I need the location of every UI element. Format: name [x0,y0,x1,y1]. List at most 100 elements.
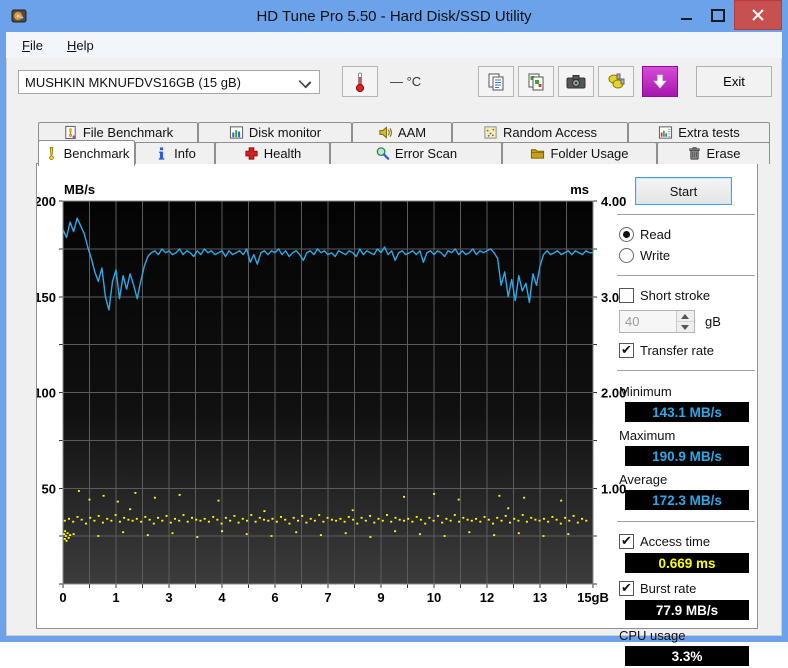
short-stroke-checkbox[interactable] [619,288,634,303]
minimum-value: 143.1 MB/s [625,402,749,422]
menu-file[interactable]: File [14,34,51,57]
svg-text:7: 7 [324,590,331,605]
svg-text:ms: ms [570,182,589,197]
menu-bar: File Help [6,32,782,58]
exit-label: Exit [723,74,745,89]
tab-label: Error Scan [394,146,458,161]
tab-erase[interactable]: Erase [657,142,770,164]
short-stroke-value: 40 [625,314,640,329]
svg-text:50: 50 [42,481,56,496]
window-body: File Help MUSHKIN MKNUFDVS16GB (15 gB) —… [6,32,782,666]
benchmark-controls: Start Read Write Short stroke 40 gB ✔ Tr… [617,172,755,668]
cpu-usage-label: CPU usage [619,628,686,643]
svg-text:6: 6 [271,590,278,605]
tab-label: Folder Usage [550,146,629,161]
tab-folder-usage[interactable]: Folder Usage [502,142,657,164]
start-label: Start [669,183,698,199]
svg-text:4: 4 [218,590,226,605]
separator [617,370,755,372]
separator [617,275,755,277]
burst-rate-value: 77.9 MB/s [625,600,749,620]
start-button[interactable]: Start [635,177,732,205]
extra-tests-icon [659,126,673,139]
exclamation-icon [48,147,54,160]
tab-label: Benchmark [63,146,130,161]
tab-label: AAM [397,125,427,140]
health-cross-icon [245,147,258,160]
tab-benchmark[interactable]: Benchmark [38,140,135,166]
tab-error-scan[interactable]: Error Scan [330,142,502,164]
tab-label: Health [263,146,302,161]
benchmark-panel: 200 150 100 50 4.00 3.00 2.00 1.00 0 1 3 4 6 7 9 10 12 13… [36,163,758,666]
short-stroke-spinner[interactable]: 40 [619,310,695,333]
tab-disk-monitor[interactable]: Disk monitor [198,122,352,143]
spinner-arrows [676,311,694,332]
svg-text:10: 10 [427,590,441,605]
spinner-up-icon[interactable] [677,311,694,322]
copy-text-button[interactable] [478,66,514,97]
svg-text:12: 12 [480,590,494,605]
tab-health[interactable]: Health [215,142,330,164]
exit-button[interactable]: Exit [696,66,772,97]
tab-label: Info [174,146,196,161]
write-radio[interactable] [619,248,634,263]
tab-label: File Benchmark [82,125,174,140]
screenshot-button[interactable] [558,66,594,97]
minimum-label: Minimum [619,384,672,399]
svg-text:9: 9 [377,590,384,605]
copy-image-icon [528,73,544,90]
chevron-down-icon [298,75,312,89]
svg-text:1: 1 [112,590,119,605]
transfer-rate-checkbox[interactable] [619,342,634,358]
average-label: Average [619,472,668,487]
short-stroke-label: Short stroke [640,288,711,303]
close-icon [752,9,764,21]
tab-label: Extra tests [678,125,740,140]
random-access-icon [484,126,497,139]
minimize-icon [680,18,692,20]
tab-random-access[interactable]: Random Access [452,122,628,143]
file-benchmark-icon [65,125,76,140]
speaker-icon [379,126,392,139]
tab-info[interactable]: Info [135,142,215,164]
tab-row-primary: Benchmark Info Health Error Scan Folder … [38,140,770,166]
trash-icon [688,147,700,160]
screws-icon [608,73,625,88]
separator [617,521,755,523]
separator [617,214,755,216]
drive-select-value: MUSHKIN MKNUFDVS16GB (15 gB) [25,74,241,90]
burst-rate-checkbox[interactable] [619,580,634,596]
drive-select[interactable]: MUSHKIN MKNUFDVS16GB (15 gB) [18,70,320,94]
close-button[interactable] [734,0,782,30]
maximize-icon [711,8,725,22]
folder-icon [531,149,545,159]
average-value: 172.3 MB/s [625,490,749,510]
copy-image-button[interactable] [518,66,554,97]
minimize-button[interactable] [670,0,702,30]
burst-rate-label: Burst rate [640,581,697,596]
svg-text:3: 3 [165,590,172,605]
spinner-down-icon[interactable] [677,322,694,332]
cpu-usage-value: 3.3% [625,646,749,666]
app-window: HD Tune Pro 5.50 - Hard Disk/SSD Utility… [0,0,788,666]
access-time-checkbox[interactable] [619,533,634,549]
short-stroke-unit: gB [705,314,721,329]
tab-aam[interactable]: AAM [352,122,452,143]
tab-row-secondary: File Benchmark Disk monitor AAM Random A… [38,122,770,143]
thermometer-icon [355,72,365,92]
tab-extra-tests[interactable]: Extra tests [628,122,770,143]
svg-text:15gB: 15gB [577,590,609,605]
download-button[interactable] [642,66,678,97]
read-radio[interactable] [619,227,634,242]
toolbar: MUSHKIN MKNUFDVS16GB (15 gB) — °C Exit [6,58,782,116]
svg-text:13: 13 [533,590,547,605]
info-icon [158,147,165,160]
svg-text:100: 100 [37,386,56,401]
options-button[interactable] [598,66,634,97]
window-controls [670,0,782,30]
tab-label: Disk monitor [248,125,322,140]
maximize-button[interactable] [702,0,734,30]
temperature-button[interactable] [342,66,378,97]
menu-help[interactable]: Help [59,34,102,57]
access-time-value: 0.669 ms [625,553,749,573]
